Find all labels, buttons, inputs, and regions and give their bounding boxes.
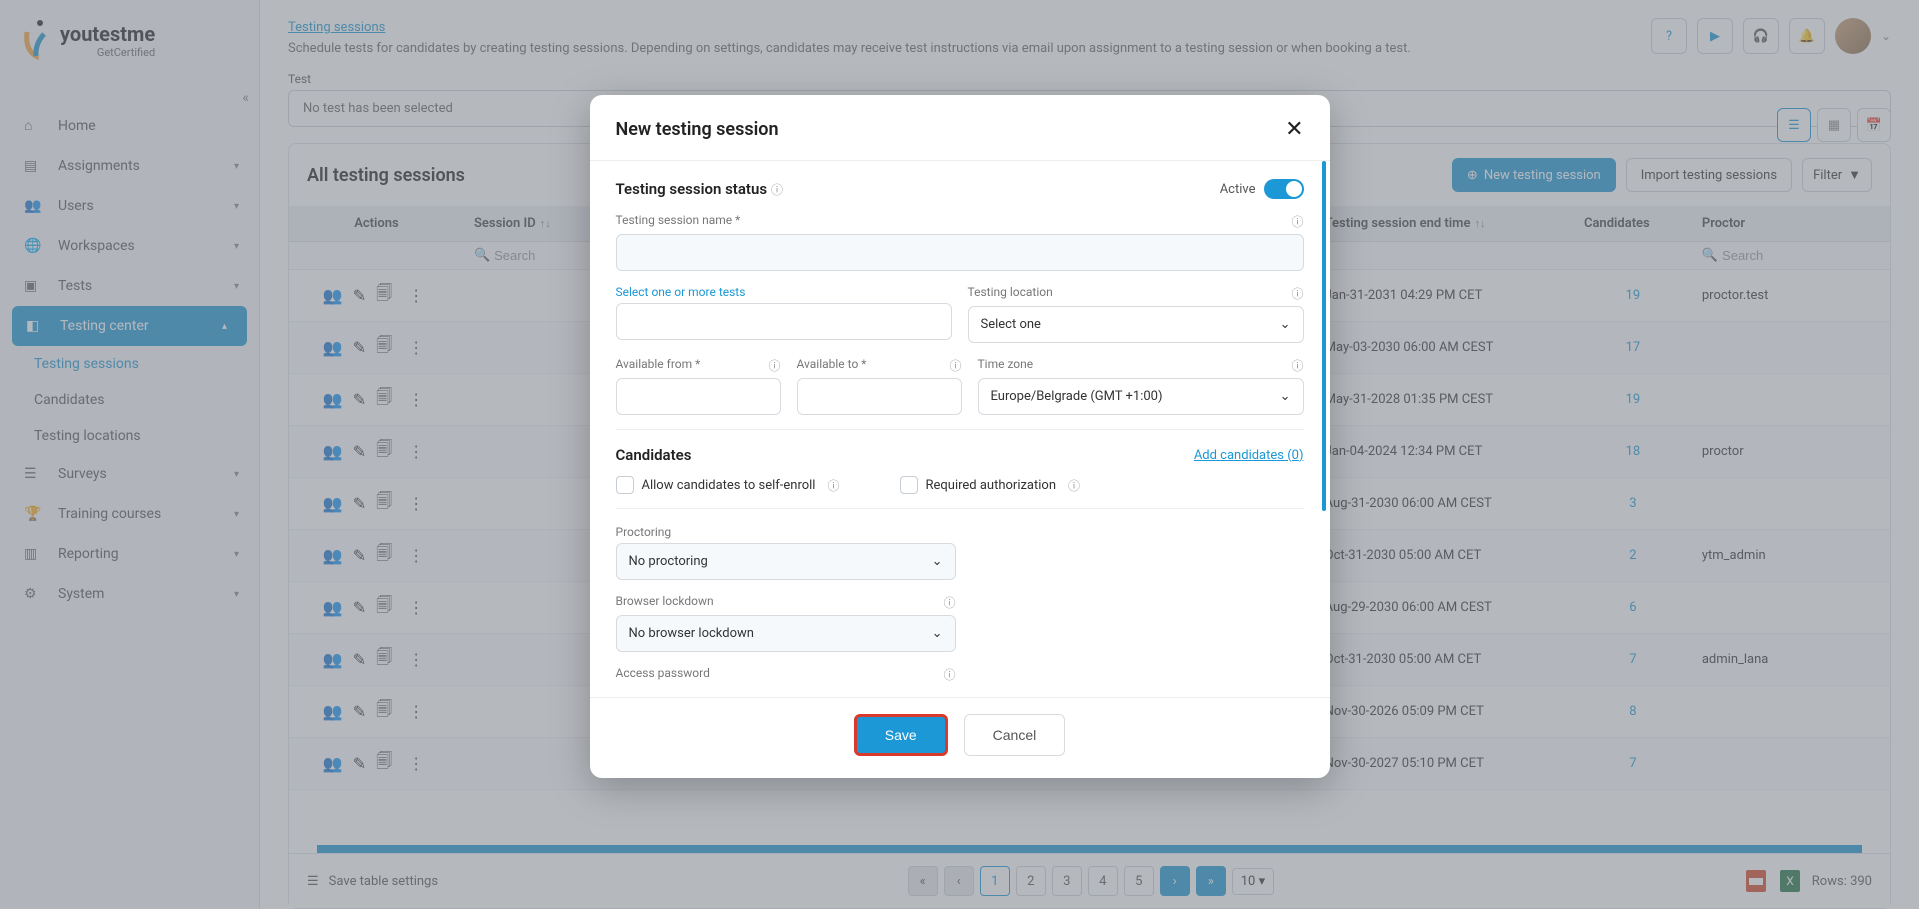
field-label: Testing location [968,285,1053,302]
info-icon[interactable]: ⓘ [949,357,961,374]
select-value: No browser lockdown [629,626,754,641]
modal-scrollbar[interactable] [1322,161,1326,511]
proctoring-label: Proctoring [616,525,956,539]
session-name-input[interactable] [616,234,1304,271]
field-label: Testing session name [616,213,733,227]
required-auth-checkbox[interactable] [900,476,918,494]
field-label: Available to [797,357,859,371]
info-icon[interactable]: ⓘ [771,183,783,197]
info-icon[interactable]: ⓘ [1291,357,1303,374]
select-value: Europe/Belgrade (GMT +1:00) [991,389,1163,404]
info-icon[interactable]: ⓘ [943,594,955,611]
self-enroll-checkbox[interactable] [616,476,634,494]
info-icon[interactable]: ⓘ [768,357,780,374]
select-value: No proctoring [629,554,708,569]
modal-footer: Save Cancel [590,697,1330,778]
field-label: Browser lockdown [616,594,714,611]
cancel-button[interactable]: Cancel [964,714,1066,756]
save-button[interactable]: Save [854,714,948,756]
status-section-title: Testing session status [616,180,768,198]
modal-overlay: New testing session ✕ Testing session st… [0,0,1919,909]
timezone-select[interactable]: Europe/Belgrade (GMT +1:00) ⌄ [978,378,1304,415]
field-label: Available from [616,357,693,371]
location-select[interactable]: Select one ⌄ [968,306,1304,343]
modal-body: Testing session statusⓘ Active Testing s… [590,161,1330,697]
active-label: Active [1220,182,1256,197]
chevron-down-icon: ⌄ [1280,317,1291,332]
select-value: Select one [981,317,1041,332]
field-label: Time zone [978,357,1034,374]
tests-input[interactable] [616,303,952,340]
chevron-down-icon: ⌄ [932,626,943,641]
modal-header: New testing session ✕ [590,95,1330,161]
chevron-down-icon: ⌄ [1280,389,1291,404]
candidates-section-title: Candidates [616,446,692,464]
proctoring-select[interactable]: No proctoring ⌄ [616,543,956,580]
modal-title: New testing session [616,119,779,140]
checkbox-label: Required authorization [926,478,1057,493]
info-icon[interactable]: ⓘ [943,666,955,683]
chevron-down-icon: ⌄ [932,554,943,569]
lockdown-select[interactable]: No browser lockdown ⌄ [616,615,956,652]
add-candidates-link[interactable]: Add candidates (0) [1194,448,1304,463]
select-tests-link[interactable]: Select one or more tests [616,285,952,299]
field-label: Access password [616,666,710,683]
available-from-input[interactable] [616,378,781,415]
info-icon[interactable]: ⓘ [1068,477,1080,494]
info-icon[interactable]: ⓘ [827,477,839,494]
checkbox-label: Allow candidates to self-enroll [642,478,816,493]
available-to-input[interactable] [797,378,962,415]
info-icon[interactable]: ⓘ [1291,213,1303,230]
info-icon[interactable]: ⓘ [1291,285,1303,302]
modal-close-button[interactable]: ✕ [1285,117,1303,142]
new-session-modal: New testing session ✕ Testing session st… [590,95,1330,778]
active-toggle[interactable] [1264,179,1304,199]
